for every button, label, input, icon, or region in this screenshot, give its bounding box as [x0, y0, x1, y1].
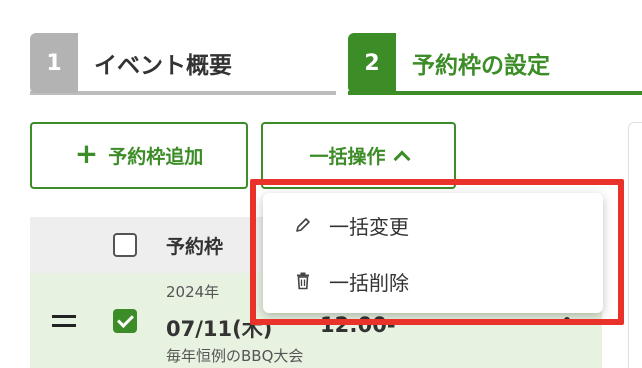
slot-year: 2024年 — [166, 283, 220, 301]
bulk-actions-menu: 一括変更 一括削除 — [263, 193, 603, 313]
menu-item-label: 一括削除 — [329, 270, 409, 295]
plus-icon: + — [74, 137, 99, 170]
menu-item-bulk-edit[interactable]: 一括変更 — [263, 197, 603, 253]
step-label: イベント概要 — [94, 53, 232, 79]
menu-item-bulk-delete[interactable]: 一括削除 — [263, 253, 603, 309]
select-all-checkbox[interactable] — [113, 233, 137, 257]
add-slot-button[interactable]: + 予約枠追加 — [30, 122, 248, 189]
menu-item-label: 一括変更 — [329, 214, 409, 239]
step-label: 予約枠の設定 — [412, 53, 550, 79]
pencil-icon — [293, 215, 313, 235]
bulk-actions-label: 一括操作 — [309, 146, 386, 168]
chevron-up-icon — [393, 150, 410, 168]
trash-icon — [293, 271, 313, 291]
slot-description: 毎年恒例のBBQ大会 — [166, 347, 304, 365]
step-reservation-slots[interactable]: 2 予約枠の設定 — [348, 33, 642, 95]
slot-time: 12:00- — [320, 313, 396, 337]
row-checkbox[interactable] — [113, 309, 137, 333]
drag-handle-icon[interactable] — [52, 315, 76, 327]
bulk-actions-button[interactable]: 一括操作 — [261, 122, 456, 189]
side-panel — [628, 122, 642, 368]
more-options-icon[interactable] — [564, 317, 570, 323]
add-slot-label: 予約枠追加 — [108, 146, 204, 168]
step-number: 2 — [348, 33, 396, 93]
step-event-overview[interactable]: 1 イベント概要 — [30, 33, 336, 95]
step-number: 1 — [30, 33, 78, 93]
slot-date: 07/11(木) — [166, 317, 273, 341]
column-title-slot: 予約枠 — [166, 236, 224, 258]
